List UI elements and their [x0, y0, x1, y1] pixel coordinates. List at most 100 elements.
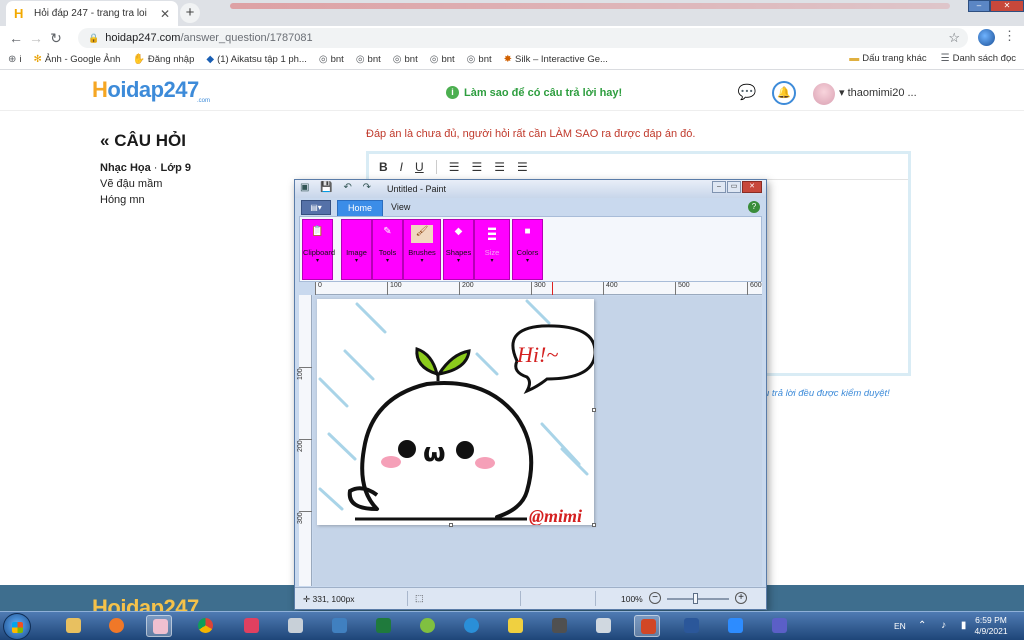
hoidap-favicon-icon: H	[14, 5, 24, 21]
tab-home[interactable]: Home	[337, 200, 384, 216]
reading-list[interactable]: ☰ Danh sách đọc	[941, 53, 1016, 64]
paint-titlebar[interactable]: ▣ 💾 ↶ ↷ Untitled - Paint – ▭ ✕	[295, 180, 766, 198]
clipboard-icon: 📋	[311, 226, 324, 237]
close-tab-icon[interactable]: ✕	[160, 7, 170, 21]
taskbar-app[interactable]	[326, 615, 352, 637]
paint-maximize-button[interactable]: ▭	[727, 181, 741, 193]
italic-button[interactable]: I	[400, 160, 403, 174]
resize-handle[interactable]	[449, 523, 453, 527]
taskbar-app[interactable]	[238, 615, 264, 637]
ribbon-group-clipboard[interactable]: 📋 Clipboard ▾	[302, 219, 335, 280]
other-bookmarks[interactable]: ▬ Dấu trang khác	[849, 53, 926, 64]
paint-close-button[interactable]: ✕	[742, 181, 762, 193]
address-bar[interactable]: 🔒 hoidap247.com/answer_question/1787081 …	[78, 28, 968, 48]
bookmark-bnt[interactable]: ◎ bnt	[430, 54, 455, 65]
profile-avatar[interactable]	[978, 29, 995, 46]
taskbar-app[interactable]	[502, 615, 528, 637]
ribbon-group-shapes[interactable]: ◆ Shapes ▾	[443, 219, 474, 280]
justify-icon[interactable]: ☰	[517, 160, 528, 174]
more-menu-icon[interactable]: ⋮	[1003, 28, 1016, 44]
globe-icon: ◎	[466, 54, 476, 65]
minimize-button[interactable]: –	[968, 0, 990, 12]
taskbar-teams[interactable]	[766, 615, 792, 637]
tray-icons[interactable]: ⌃ ♪ ▮	[918, 620, 972, 631]
question-subject[interactable]: Nhạc Họa	[100, 162, 151, 174]
back-arrow-icon[interactable]: ←	[6, 30, 26, 46]
logo-domain: .com	[197, 98, 211, 104]
bean-sprout-drawing: ω Hi!~ @mimi	[318, 299, 594, 525]
quick-access-toolbar[interactable]: ▣ 💾 ↶ ↷	[300, 182, 375, 193]
bookmark-bnt[interactable]: ◎ bnt	[356, 54, 381, 65]
underline-button[interactable]: U	[415, 160, 424, 174]
close-window-button[interactable]: ✕	[990, 0, 1024, 12]
ruler-tick: 400	[603, 282, 618, 295]
user-avatar[interactable]	[813, 83, 835, 105]
language-indicator[interactable]: EN	[894, 621, 906, 631]
align-left-icon[interactable]: ☰	[449, 160, 460, 174]
taskbar-app[interactable]	[546, 615, 572, 637]
taskbar-paint[interactable]	[146, 615, 172, 637]
taskbar-zoom[interactable]	[722, 615, 748, 637]
bookmark-login[interactable]: ✋ Đăng nhập	[132, 54, 194, 65]
paint-file-menu[interactable]: ▤▾	[301, 200, 331, 215]
sprout-leaf-right	[435, 349, 471, 377]
user-menu[interactable]: ▾ thaomimi20 ...	[839, 86, 917, 99]
taskbar-powerpoint[interactable]	[634, 615, 660, 637]
ribbon-group-brushes[interactable]: 🖌 Brushes ▾	[403, 219, 441, 280]
vertical-ruler: 100 200 300	[297, 295, 312, 586]
zoom-slider[interactable]	[667, 598, 729, 600]
paint-minimize-button[interactable]: –	[712, 181, 726, 193]
zoom-out-button[interactable]: −	[649, 592, 661, 604]
right-eye	[456, 441, 474, 459]
help-icon[interactable]: ?	[748, 201, 760, 213]
tab-view[interactable]: View	[381, 200, 420, 216]
ribbon-group-size[interactable]: ▬ ▬ ▬ Size ▾	[474, 219, 510, 280]
align-center-icon[interactable]: ☰	[471, 160, 482, 174]
zoom-slider-thumb[interactable]	[693, 593, 698, 604]
notification-bell-icon[interactable]: 🔔	[772, 81, 796, 105]
canvas-area[interactable]: ω Hi!~ @mimi	[313, 296, 762, 586]
bookmark-bnt[interactable]: ◎ bnt	[319, 54, 344, 65]
bookmark-silk[interactable]: ✸ Silk – Interactive Ge...	[504, 54, 608, 65]
taskbar-explorer[interactable]	[60, 615, 86, 637]
taskbar-excel[interactable]	[370, 615, 396, 637]
browser-tab[interactable]: H Hỏi đáp 247 - trang tra loi ✕	[6, 1, 178, 26]
bookmark-google-photos[interactable]: ✻ Ảnh - Google Ảnh	[34, 54, 121, 65]
bookmark-bnt[interactable]: ◎ bnt	[467, 54, 492, 65]
question-grade[interactable]: Lớp 9	[161, 162, 191, 174]
resize-handle[interactable]	[592, 408, 596, 412]
ruler-tick: 200	[459, 282, 474, 295]
bean-mouth-text: ω	[423, 438, 446, 468]
ribbon-group-tools[interactable]: ✎ Tools ▾	[372, 219, 403, 280]
answer-tip-link[interactable]: i Làm sao để có câu trả lời hay!	[446, 86, 622, 99]
silk-icon: ✸	[503, 54, 513, 65]
clock[interactable]: 6:59 PM 4/9/2021	[968, 615, 1014, 637]
start-button[interactable]	[3, 613, 31, 640]
bold-button[interactable]: B	[379, 160, 388, 174]
bookmark-bnt[interactable]: ◎ bnt	[393, 54, 418, 65]
taskbar-app[interactable]	[282, 615, 308, 637]
taskbar-word[interactable]	[678, 615, 704, 637]
zoom-in-button[interactable]: +	[735, 592, 747, 604]
ribbon-group-colors[interactable]: ■ Colors ▾	[512, 219, 543, 280]
taskbar-media-player[interactable]	[103, 615, 129, 637]
taskbar-chrome[interactable]	[192, 615, 218, 637]
app-icon	[552, 618, 567, 633]
taskbar-app[interactable]	[590, 615, 616, 637]
cursor-position: ✛ 331, 100px	[303, 594, 355, 604]
align-right-icon[interactable]: ☰	[494, 160, 505, 174]
forward-arrow-icon[interactable]: →	[26, 30, 46, 46]
chat-icon[interactable]: 💬	[735, 81, 759, 105]
bookmark-star-icon[interactable]: ☆	[948, 30, 960, 46]
taskbar-app[interactable]	[414, 615, 440, 637]
bookmark-aikatsu[interactable]: ◆ (1) Aikatsu tập 1 ph...	[206, 54, 306, 65]
paint-icon	[153, 619, 168, 634]
drawing-canvas[interactable]: ω Hi!~ @mimi	[317, 299, 594, 525]
ribbon-group-image[interactable]: Image ▾	[341, 219, 372, 280]
resize-handle[interactable]	[592, 523, 596, 527]
new-tab-button[interactable]: +	[180, 3, 200, 23]
bookmark-apps[interactable]: ⊕ i	[8, 54, 22, 65]
taskbar-internet-explorer[interactable]	[458, 615, 484, 637]
reload-icon[interactable]: ↻	[46, 30, 66, 47]
site-logo[interactable]: Hoidap247	[92, 77, 199, 103]
